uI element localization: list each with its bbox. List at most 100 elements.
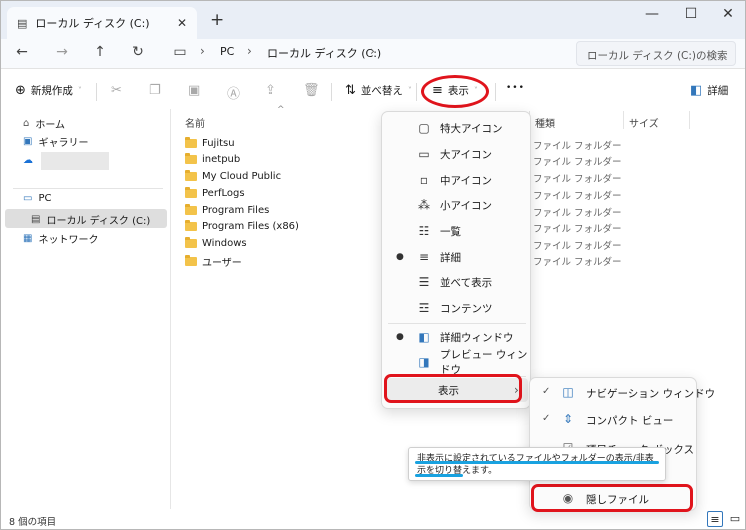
menu-item-label: 詳細ウィンドウ (440, 331, 514, 344)
drive-icon: ▤ (31, 214, 41, 225)
menu-item-large-icons[interactable]: ▭ 大アイコン (382, 142, 530, 166)
highlight-box (384, 374, 522, 403)
breadcrumb-current[interactable]: ローカル ディスク (C:) (267, 45, 381, 61)
new-label: 新規作成 (30, 85, 73, 97)
rename-icon[interactable]: Ⓐ (227, 83, 240, 102)
menu-item-preview-pane[interactable]: ◨ プレビュー ウィンドウ (382, 349, 530, 376)
file-name: inetpub (202, 154, 241, 165)
menu-item-small-icons[interactable]: ⁂ 小アイコン (382, 193, 530, 217)
breadcrumb-chevron-icon: › (247, 44, 252, 58)
file-type: ファイル フォルダー (533, 191, 622, 202)
file-name: My Cloud Public (202, 171, 282, 182)
tab-local-disk[interactable]: ▤ ローカル ディスク (C:) ✕ (7, 7, 197, 39)
paste-icon[interactable]: ▣ (188, 83, 200, 98)
check-icon: ✓ (542, 413, 551, 424)
nav-home[interactable]: ⌂ ホーム (23, 116, 65, 131)
column-header-type[interactable]: 種類 (535, 115, 555, 130)
tooltip-underline (415, 461, 659, 464)
cloud-icon: ☁ (23, 155, 33, 166)
list-item[interactable]: Fujitsu (185, 137, 235, 149)
menu-item-label: 一覧 (440, 225, 461, 238)
folder-icon (185, 204, 197, 215)
menu-item-extra-large-icons[interactable]: ▢ 特大アイコン (382, 116, 530, 140)
list-item[interactable]: Program Files (185, 204, 270, 216)
nav-gallery[interactable]: ▣ ギャラリー (23, 134, 88, 149)
nav-cloud[interactable]: ☁ (23, 155, 33, 166)
extra-large-icons-icon: ▢ (418, 121, 430, 135)
submenu-item-navigation-pane[interactable]: ✓ ◫ ナビゲーション ウィンドウ (530, 380, 715, 406)
file-name: Program Files (202, 205, 270, 216)
menu-item-label: 中アイコン (440, 174, 492, 187)
minimize-button[interactable]: — (637, 6, 667, 22)
nav-label: ローカル ディスク (C:) (46, 216, 151, 227)
menu-item-details-pane[interactable]: ● ◧ 詳細ウィンドウ (382, 325, 530, 349)
gallery-icon: ▣ (23, 136, 33, 147)
view-dropdown-menu: ▢ 特大アイコン ▭ 大アイコン ▫ 中アイコン ⁂ 小アイコン ☷ 一覧 ● … (381, 111, 531, 409)
file-type: ファイル フォルダー (533, 141, 622, 152)
file-name: ユーザー (202, 258, 242, 269)
list-item[interactable]: PerfLogs (185, 187, 245, 199)
tab-close-icon[interactable]: ✕ (177, 16, 187, 30)
share-icon[interactable]: ⇪ (265, 83, 276, 98)
nav-divider (13, 188, 163, 189)
sort-button[interactable]: ⇅ 並べ替え ˅ (345, 83, 412, 98)
highlight-box (531, 484, 693, 512)
delete-icon[interactable]: 🗑 (303, 83, 320, 98)
forward-arrow-icon[interactable]: → (53, 44, 71, 60)
more-options-button[interactable]: ••• (506, 83, 525, 93)
menu-item-details[interactable]: ● ≡ 詳細 (382, 245, 530, 269)
medium-icons-icon: ▫ (419, 173, 429, 187)
nav-network[interactable]: ▦ ネットワーク (23, 231, 98, 246)
details-pane-button[interactable]: ◧ 詳細 (690, 83, 728, 98)
menu-item-list[interactable]: ☷ 一覧 (382, 219, 530, 243)
column-divider[interactable] (623, 111, 624, 129)
highlight-circle (421, 75, 489, 108)
explorer-window: ▤ ローカル ディスク (C:) ✕ + — ☐ ✕ ← → ↑ ↻ ▭ › P… (0, 0, 746, 530)
new-tab-button[interactable]: + (210, 10, 224, 30)
copy-icon[interactable]: ❐ (149, 83, 161, 98)
list-item[interactable]: ユーザー (185, 254, 242, 269)
back-arrow-icon[interactable]: ← (13, 44, 31, 60)
divider (416, 83, 417, 101)
breadcrumb-chevron-icon[interactable]: › (370, 44, 375, 58)
chevron-down-icon: ˅ (407, 86, 412, 95)
column-divider[interactable] (689, 111, 690, 129)
command-bar: ⊕ 新規作成 ˅ ✂ ❐ ▣ Ⓐ ⇪ 🗑 ⇅ 並べ替え ˅ ≡ 表示 ˅ •••… (1, 75, 745, 107)
menu-item-medium-icons[interactable]: ▫ 中アイコン (382, 168, 530, 192)
menu-item-content[interactable]: ☲ コンテンツ (382, 296, 530, 320)
details-view-toggle-icon[interactable]: ≡ (707, 511, 723, 527)
list-item[interactable]: My Cloud Public (185, 170, 282, 182)
tab-title: ローカル ディスク (C:) (35, 17, 150, 30)
search-input[interactable]: ローカル ディスク (C:)の検索 (576, 41, 736, 66)
list-item[interactable]: inetpub (185, 153, 241, 165)
tooltip-text: 非表示に設定されているファイルやフォルダーの表示/非表示を切り替えます。 (417, 454, 654, 476)
column-header-size[interactable]: サイズ (629, 115, 659, 130)
menu-item-label: 小アイコン (440, 199, 492, 212)
folder-icon (185, 255, 197, 266)
menu-item-tiles[interactable]: ☰ 並べて表示 (382, 270, 530, 294)
cut-icon[interactable]: ✂ (111, 83, 122, 98)
monitor-icon: ▭ (173, 44, 187, 60)
plus-circle-icon: ⊕ (15, 83, 26, 98)
list-item[interactable]: Program Files (x86) (185, 220, 299, 232)
nav-label: ホーム (35, 120, 66, 131)
close-window-button[interactable]: ✕ (713, 6, 743, 22)
submenu-item-compact-view[interactable]: ✓ ⇕ コンパクト ビュー (530, 407, 696, 433)
nav-local-disk[interactable]: ▤ ローカル ディスク (C:) (31, 212, 150, 227)
column-header-name[interactable]: 名前 (185, 115, 205, 130)
menu-item-label: プレビュー ウィンドウ (440, 349, 528, 376)
list-item[interactable]: Windows (185, 237, 247, 249)
details-label: 詳細 (707, 85, 729, 97)
divider (331, 83, 332, 101)
tiles-view-toggle-icon[interactable]: ▭ (727, 511, 743, 527)
up-arrow-icon[interactable]: ↑ (91, 44, 109, 60)
menu-divider (388, 323, 526, 324)
navigation-pane-icon: ◫ (562, 385, 574, 399)
nav-pc[interactable]: ▭ PC (23, 193, 51, 204)
breadcrumb-pc[interactable]: PC (220, 45, 234, 58)
new-button[interactable]: ⊕ 新規作成 ˅ (15, 83, 82, 98)
refresh-icon[interactable]: ↻ (129, 44, 147, 60)
folder-icon (185, 220, 197, 231)
folder-icon (185, 237, 197, 248)
maximize-button[interactable]: ☐ (676, 6, 706, 22)
